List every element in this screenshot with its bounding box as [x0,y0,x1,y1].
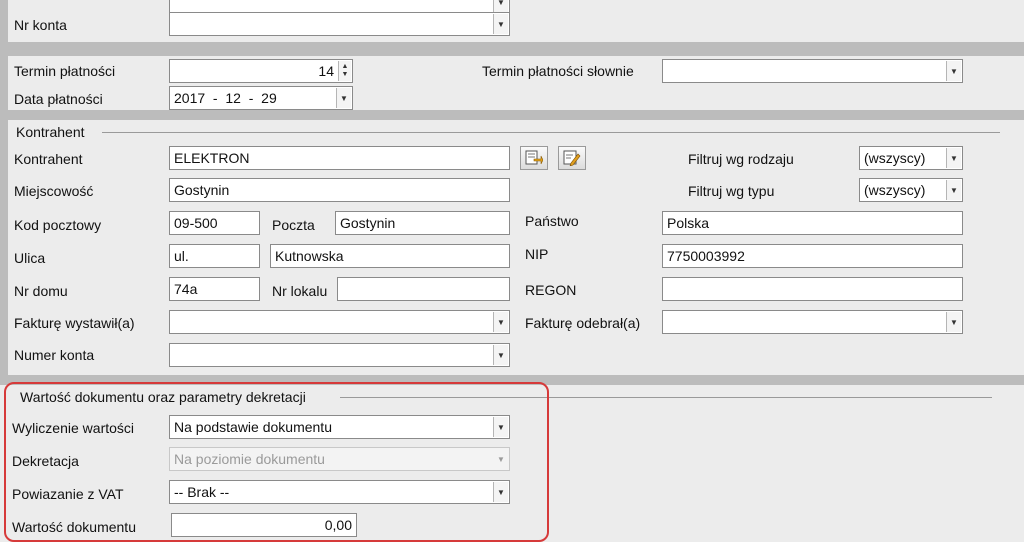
account-number-label: Nr konta [14,17,67,33]
received-by-select[interactable]: ▼ [662,310,963,334]
filter-kind-label: Filtruj wg rodzaju [688,151,794,167]
filter-type-select[interactable]: (wszyscy) ▼ [859,178,963,202]
separator-band [0,42,1024,56]
postal-code-label: Kod pocztowy [14,217,102,233]
city-field[interactable]: Gostynin [169,178,510,202]
contractor-section-title: Kontrahent [12,124,89,140]
contractor-panel: Kontrahent Kontrahent ELEKTRON Filtruj w… [8,120,1024,375]
chevron-down-icon: ▼ [946,61,961,81]
country-field[interactable]: Polska [662,211,963,235]
contractor-account-label: Numer konta [14,347,95,363]
select-contractor-button[interactable] [520,146,548,170]
filter-type-label: Filtruj wg typu [688,183,775,199]
post-office-field[interactable]: Gostynin [335,211,510,235]
account-number-select[interactable]: ▼ [169,12,510,36]
payment-term-words-select[interactable]: ▼ [662,59,963,83]
chevron-down-icon: ▼ [946,180,961,200]
chevron-down-icon: ▼ [493,312,508,332]
payment-term-words-label: Termin płatności słownie [482,63,634,79]
street-prefix-field[interactable]: ul. [169,244,260,268]
flat-number-label: Nr lokalu [272,283,328,299]
received-by-label: Fakturę odebrał(a) [525,315,641,331]
street-field[interactable]: Kutnowska [270,244,510,268]
issued-by-select[interactable]: ▼ [169,310,510,334]
issued-by-label: Fakturę wystawił(a) [14,315,135,331]
contractor-account-select[interactable]: ▼ [169,343,510,367]
chevron-down-icon: ▼ [493,0,508,12]
nip-label: NIP [525,246,549,262]
chevron-down-icon: ▼ [946,148,961,168]
document-value-panel: Wartość dokumentu oraz parametry dekreta… [0,382,1024,542]
post-office-label: Poczta [272,217,315,233]
payment-panel: Termin płatności 14 ▲ ▼ Termin płatności … [8,56,1024,110]
chevron-down-icon: ▼ [946,312,961,332]
filter-kind-select[interactable]: (wszyscy) ▼ [859,146,963,170]
payment-term-label: Termin płatności [14,63,116,79]
country-label: Państwo [525,213,579,229]
house-number-label: Nr domu [14,283,68,299]
house-number-field[interactable]: 74a [169,277,260,301]
spinner-arrows-icon[interactable]: ▲ ▼ [338,61,351,81]
flat-number-field[interactable] [337,277,510,301]
separator-band [0,110,1024,120]
nip-field[interactable]: 7750003992 [662,244,963,268]
highlight-frame [4,382,549,542]
city-label: Miejscowość [14,183,94,199]
postal-code-field[interactable]: 09-500 [169,211,260,235]
section-divider [102,132,1000,133]
calendar-dropdown-icon: ▼ [336,88,351,108]
contractor-name-field[interactable]: ELEKTRON [169,146,510,170]
regon-field[interactable] [662,277,963,301]
top-panel: ▼ Nr konta ▼ [8,0,1024,42]
chevron-down-icon: ▼ [493,345,508,365]
select-contractor-icon [525,150,543,165]
edit-contractor-button[interactable] [558,146,586,170]
regon-label: REGON [525,282,577,298]
edit-contractor-icon [563,150,581,166]
street-label: Ulica [14,250,46,266]
payment-date-picker[interactable]: 2017 - 12 - 29 ▼ [169,86,353,110]
payment-term-stepper[interactable]: 14 ▲ ▼ [169,59,353,83]
chevron-down-icon: ▼ [493,14,508,34]
payment-date-label: Data płatności [14,91,103,107]
contractor-name-label: Kontrahent [14,151,83,167]
